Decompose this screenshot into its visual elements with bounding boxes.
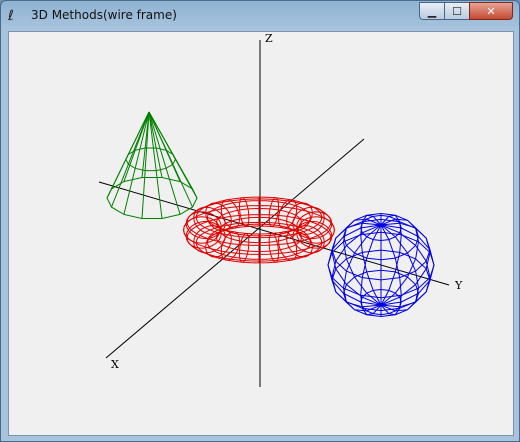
minimize-button[interactable]: ▁ [419,2,445,20]
wire-line [183,216,221,244]
sphere-wireframe [327,212,435,318]
window-title: 3D Methods(wire frame) [31,8,177,22]
z-axis-label: Z [265,32,273,45]
x-axis-label: X [111,358,119,371]
wire-line [148,111,181,215]
canvas-area[interactable]: Z Y X [8,31,514,436]
close-button[interactable]: ✕ [469,2,513,20]
app-window: ℓ 3D Methods(wire frame) ▁ ☐ ✕ Z Y X [0,0,520,442]
y-axis-label: Y [454,279,463,292]
maximize-icon: ☐ [452,4,462,18]
wire-line [297,216,335,244]
wire-line [185,221,222,249]
wire-line [125,147,176,172]
wire-line [296,211,333,239]
wire-line [185,211,222,239]
title-bar[interactable]: ℓ 3D Methods(wire frame) ▁ ☐ ✕ [1,1,519,31]
torus-wireframe [183,196,335,264]
wireframe-canvas: Z Y X [98,32,463,387]
window-controls: ▁ ☐ ✕ [419,2,513,22]
feather-icon: ℓ [8,8,14,24]
close-icon: ✕ [486,4,496,18]
maximize-button[interactable]: ☐ [444,2,470,20]
wire-line [296,221,333,249]
minimize-icon: ▁ [427,4,437,18]
cone-wireframe [106,111,198,219]
